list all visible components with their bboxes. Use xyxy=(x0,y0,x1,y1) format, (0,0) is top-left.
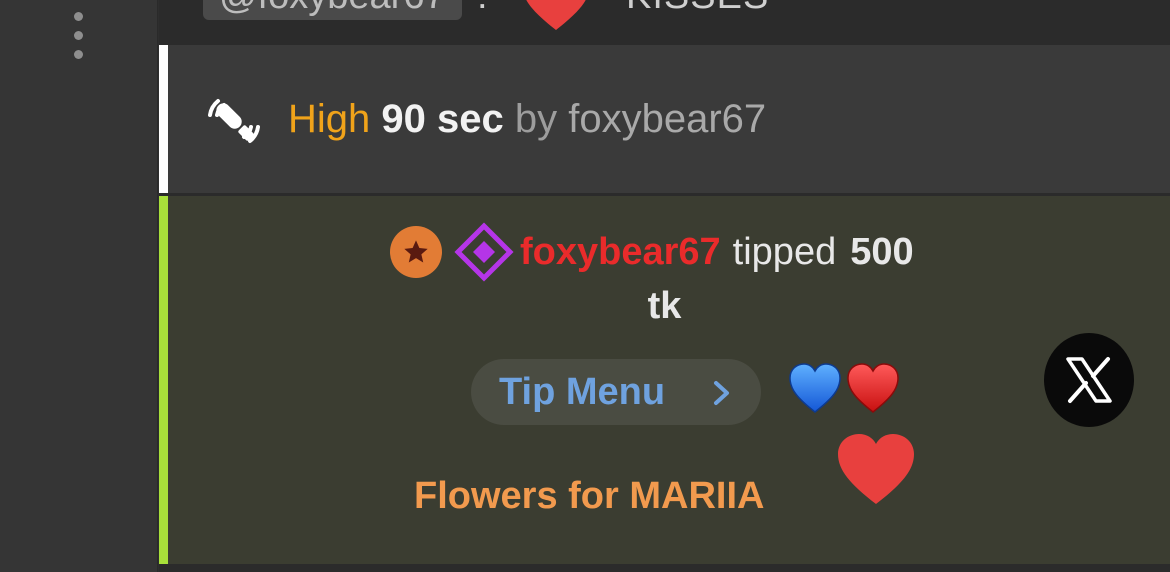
chevron-right-icon xyxy=(714,381,729,405)
x-share-button[interactable] xyxy=(1044,333,1134,427)
message-text: KISSES xyxy=(626,0,769,20)
vibration-icon xyxy=(208,99,260,143)
vibe-username[interactable]: foxybear67 xyxy=(568,97,766,141)
heart-icon xyxy=(526,0,586,30)
tip-unit: tk xyxy=(647,285,682,327)
vibe-level: High xyxy=(288,97,371,141)
divider xyxy=(159,564,1170,572)
vibe-event-row: High 90 sec by foxybear67 xyxy=(159,45,1170,193)
tip-menu-button[interactable]: Tip Menu xyxy=(471,359,761,425)
tip-message: Flowers for MARIIA xyxy=(414,475,765,517)
heart-icon xyxy=(838,434,914,504)
app-root: @foxybear67 : KISSES Hi xyxy=(0,0,1170,572)
mention-chip[interactable]: @foxybear67 xyxy=(203,0,462,20)
tip-event-row: foxybear67 tipped 500 tk Tip Menu Flower… xyxy=(159,196,1170,564)
blue-heart-icon xyxy=(789,363,841,413)
vertical-ellipsis-icon[interactable] xyxy=(70,8,86,60)
tip-action: tipped xyxy=(732,230,837,273)
chat-message: @foxybear67 : KISSES xyxy=(159,0,1170,42)
star-badge-icon xyxy=(390,226,442,278)
tipper-username[interactable]: foxybear67 xyxy=(520,231,721,274)
tip-menu-label: Tip Menu xyxy=(499,371,666,413)
diamond-icon xyxy=(454,222,514,282)
tip-header: foxybear67 tipped 500 xyxy=(390,222,914,282)
x-logo-icon xyxy=(1066,357,1112,403)
vibe-by-label: by xyxy=(514,97,558,141)
message-separator: : xyxy=(477,0,488,20)
tip-amount: 500 xyxy=(850,230,914,273)
vibe-duration: 90 sec xyxy=(381,97,504,141)
chat-feed[interactable]: @foxybear67 : KISSES Hi xyxy=(159,0,1170,572)
red-heart-icon xyxy=(847,363,899,413)
vibe-event-text: High 90 sec by foxybear67 xyxy=(288,95,766,143)
sidebar xyxy=(0,0,158,572)
